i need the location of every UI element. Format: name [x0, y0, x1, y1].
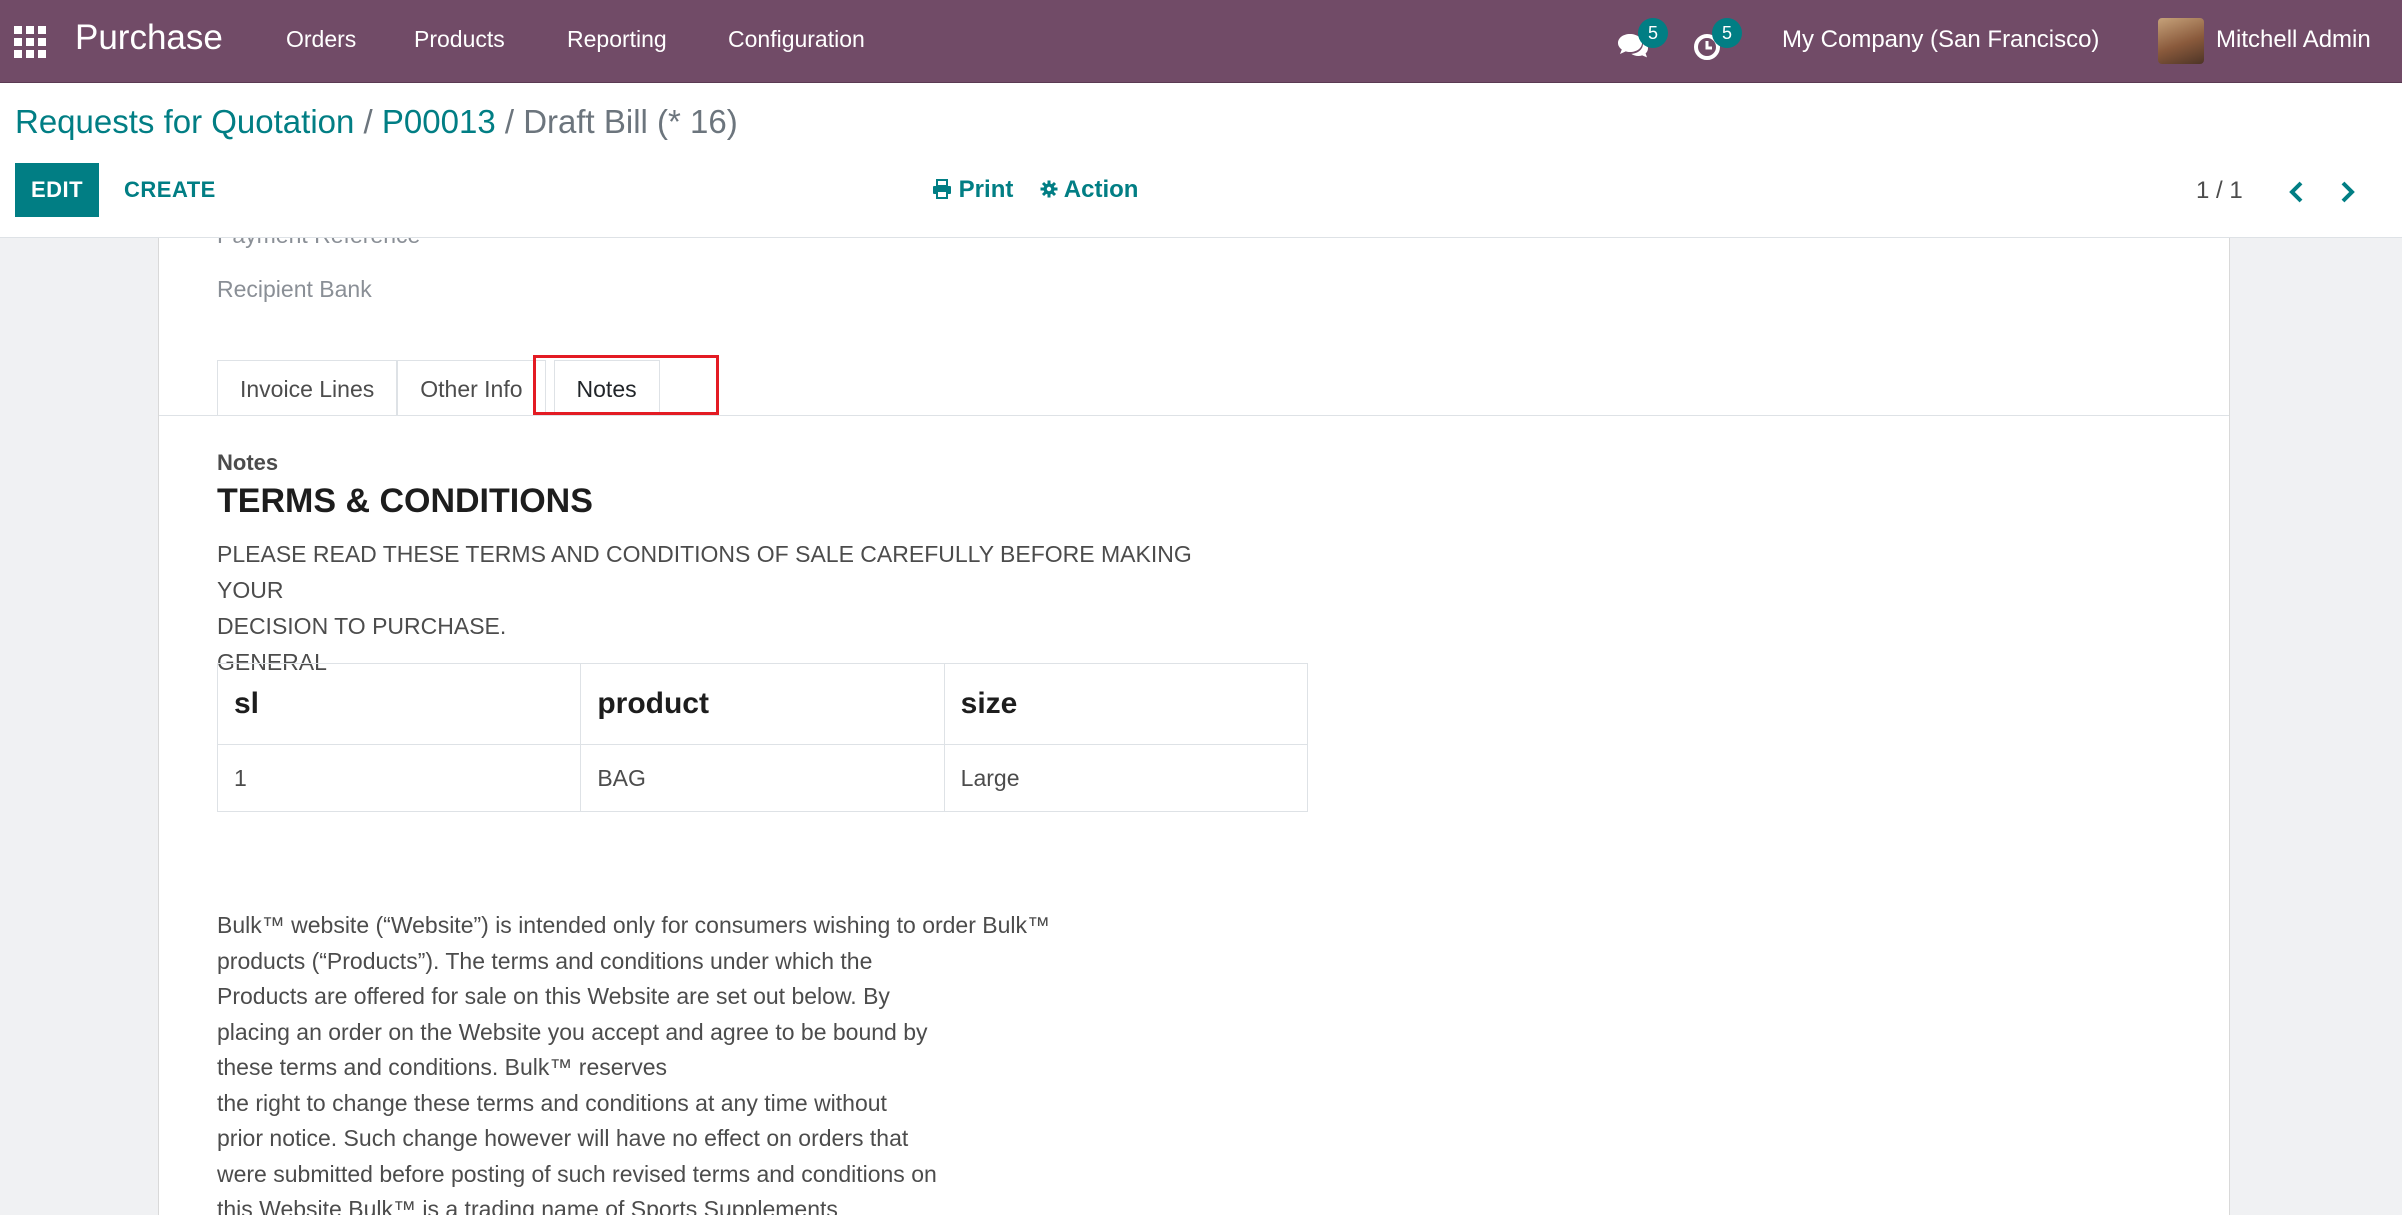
activities-badge: 5 — [1712, 18, 1742, 48]
user-menu[interactable]: Mitchell Admin — [2216, 26, 2371, 54]
breadcrumb-separator: / — [504, 103, 515, 140]
terms-paragraph[interactable]: Bulk™ website (“Website”) is intended on… — [217, 908, 1077, 1215]
payment-reference-label: Payment Reference — [217, 238, 420, 249]
table-header-row: sl product size — [216, 663, 1309, 745]
breadcrumb-current: Draft Bill (* 16) — [523, 103, 738, 140]
form-sheet: Payment Reference Recipient Bank Invoice… — [158, 238, 2230, 1215]
intro-line: PLEASE READ THESE TERMS AND CONDITIONS O… — [217, 541, 1192, 603]
chevron-left-icon — [2289, 181, 2303, 203]
table-row: 1 BAG Large — [216, 744, 1309, 812]
paragraph-line: placing an order on the Website you acce… — [217, 1018, 928, 1045]
paragraph-line: this Website Bulk™ is a trading name of … — [217, 1196, 838, 1215]
paragraph-line: Products are offered for sale on this We… — [217, 983, 890, 1009]
column-header-sl: sl — [216, 663, 582, 745]
menu-products[interactable]: Products — [414, 26, 505, 53]
intro-line: DECISION TO PURCHASE. — [217, 613, 507, 639]
tabs-divider — [159, 415, 2229, 416]
menu-configuration[interactable]: Configuration — [728, 26, 865, 53]
tab-other-info[interactable]: Other Info — [397, 360, 546, 416]
paragraph-line: prior notice. Such change however will h… — [217, 1125, 909, 1151]
pager-next-button[interactable] — [2332, 177, 2362, 207]
company-switcher[interactable]: My Company (San Francisco) — [1782, 26, 2099, 54]
print-label: Print — [958, 176, 1014, 203]
column-header-product: product — [580, 663, 945, 745]
menu-orders[interactable]: Orders — [286, 26, 356, 53]
pager-value[interactable]: 1 / 1 — [2196, 177, 2243, 205]
menu-reporting[interactable]: Reporting — [567, 26, 667, 53]
action-label: Action — [1063, 176, 1139, 203]
table-cell: Large — [943, 744, 1309, 812]
paragraph-line: the right to change these terms and cond… — [217, 1089, 887, 1116]
pager-previous-button[interactable] — [2282, 177, 2312, 207]
chevron-right-icon — [2341, 181, 2355, 203]
highlight-annotation — [533, 355, 719, 415]
messages-button[interactable]: 5 — [1614, 18, 1668, 60]
edit-button[interactable]: EDIT — [15, 163, 99, 217]
terms-intro[interactable]: PLEASE READ THESE TERMS AND CONDITIONS O… — [217, 536, 1257, 680]
control-panel: Requests for Quotation / P00013 / Draft … — [0, 83, 2402, 238]
activities-button[interactable]: 5 — [1690, 18, 1742, 60]
paragraph-line: products (“Products”). The terms and con… — [217, 947, 873, 974]
action-button[interactable]: Action — [1040, 163, 1138, 217]
print-button[interactable]: Print — [932, 163, 1013, 217]
recipient-bank-label: Recipient Bank — [217, 276, 372, 302]
messages-badge: 5 — [1638, 18, 1668, 48]
breadcrumb-order[interactable]: P00013 — [382, 103, 496, 140]
paragraph-line: were submitted before posting of such re… — [217, 1160, 937, 1187]
table-cell: 1 — [216, 744, 582, 812]
gear-icon — [1040, 180, 1058, 198]
notes-label: Notes — [217, 450, 279, 475]
breadcrumb-separator: / — [363, 103, 373, 140]
paragraph-line: Bulk™ website (“Website”) is intended on… — [217, 912, 1051, 938]
tab-invoice-lines[interactable]: Invoice Lines — [217, 360, 398, 416]
apps-menu-icon[interactable] — [14, 26, 46, 58]
notes-table[interactable]: sl product size 1 BAG Large — [216, 663, 1309, 812]
create-button[interactable]: CREATE — [124, 163, 216, 217]
column-header-size: size — [943, 663, 1309, 745]
app-name[interactable]: Purchase — [75, 18, 223, 58]
breadcrumb: Requests for Quotation / P00013 / Draft … — [15, 103, 738, 141]
user-avatar[interactable] — [2158, 18, 2204, 64]
print-icon — [933, 179, 951, 199]
breadcrumb-rfq[interactable]: Requests for Quotation — [15, 103, 354, 140]
table-cell: BAG — [580, 744, 945, 812]
terms-title[interactable]: TERMS & CONDITIONS — [217, 482, 593, 521]
paragraph-line: these terms and conditions. Bulk™ reserv… — [217, 1054, 667, 1080]
top-navbar: Purchase Orders Products Reporting Confi… — [0, 0, 2402, 83]
